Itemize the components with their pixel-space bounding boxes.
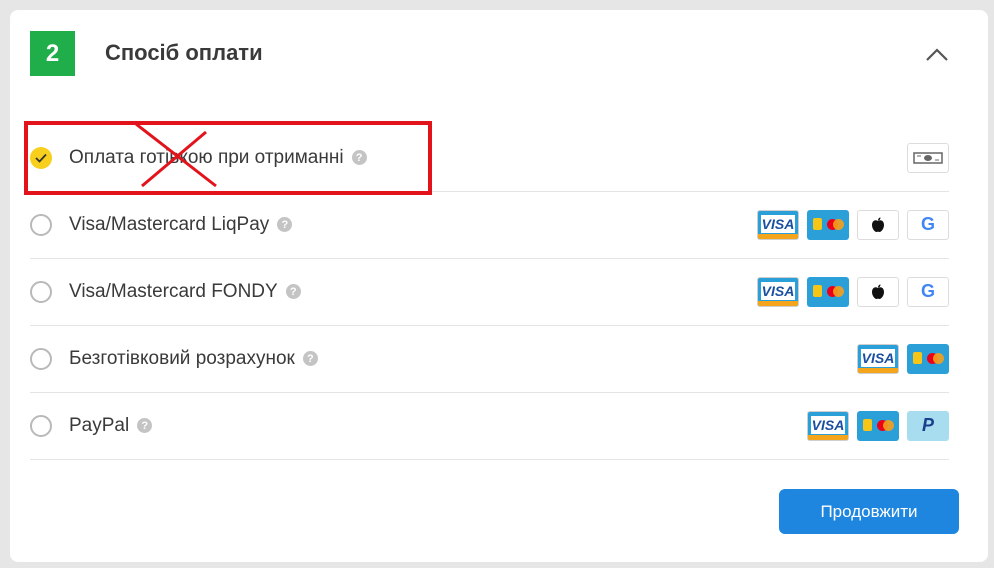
annotation-highlight-box [24,121,432,195]
radio-button[interactable] [30,280,52,303]
mastercard-icon [907,343,949,374]
cash-icon [907,142,949,173]
step-number-badge: 2 [30,31,75,76]
apple-pay-icon [857,276,899,307]
mastercard-icon [807,276,849,307]
option-label: Безготівковий розрахунок [69,347,295,369]
apple-pay-icon [857,209,899,240]
payment-option-fondy[interactable]: Visa/Mastercard FONDY ? VISA G [30,258,949,326]
option-label: Visa/Mastercard LiqPay [69,213,270,235]
visa-icon: VISA [757,209,799,240]
visa-icon: VISA [857,343,899,374]
help-icon[interactable]: ? [302,351,318,366]
payment-option-liqpay[interactable]: Visa/Mastercard LiqPay ? VISA G [30,191,949,259]
mastercard-icon [807,209,849,240]
help-icon[interactable]: ? [137,418,153,433]
payment-option-paypal[interactable]: PayPal ? VISA P [30,392,949,460]
google-pay-icon: G [907,209,949,240]
help-icon[interactable]: ? [285,284,301,299]
radio-button[interactable] [30,213,52,236]
radio-button[interactable] [30,347,52,370]
google-pay-icon: G [907,276,949,307]
section-title: Спосіб оплати [105,40,263,65]
visa-icon: VISA [757,276,799,307]
option-label: PayPal [69,414,130,436]
option-label: Visa/Mastercard FONDY [69,280,278,302]
chevron-up-icon[interactable] [925,46,949,62]
radio-button[interactable] [30,414,52,437]
continue-button[interactable]: Продовжити [779,489,959,534]
paypal-icon: P [907,410,949,441]
mastercard-icon [857,410,899,441]
annotation-cross-icon [135,122,217,188]
visa-icon: VISA [807,410,849,441]
help-icon[interactable]: ? [277,217,293,232]
payment-option-bank-transfer[interactable]: Безготівковий розрахунок ? VISA [30,325,949,393]
